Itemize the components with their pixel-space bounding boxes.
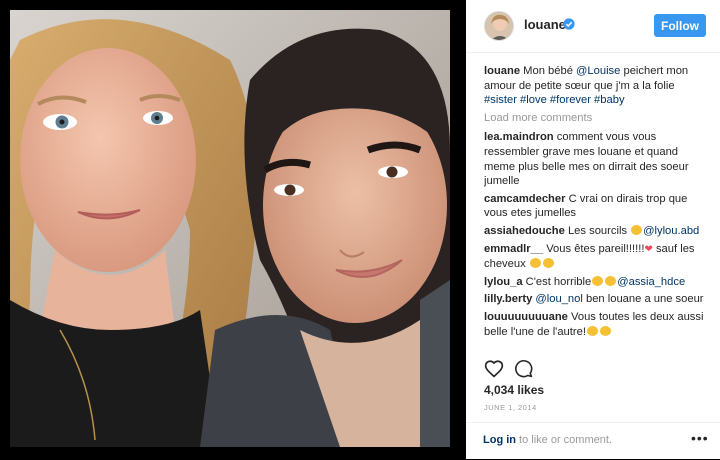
caption: louane Mon bébé @Louise peichert mon amo… [484, 64, 710, 108]
smile-emoji-icon [542, 258, 554, 269]
post-side-panel: louane Follow louane Mon bébé @Louise pe… [466, 0, 720, 459]
laughing-emoji-icon [592, 275, 604, 286]
comment: lea.maindron comment vous vous ressemble… [484, 130, 710, 188]
caption-mention[interactable]: @Louise [576, 65, 620, 77]
load-more-comments[interactable]: Load more comments [484, 111, 710, 126]
red-heart-emoji-icon: ❤ [644, 243, 653, 255]
caption-text-a: Mon bébé [520, 65, 577, 77]
comments-list: louane Mon bébé @Louise peichert mon amo… [484, 64, 710, 352]
comment-username[interactable]: lea.maindron [484, 131, 554, 143]
heart-icon[interactable] [484, 359, 504, 378]
comment-username[interactable]: lylou_a [484, 276, 523, 288]
comment-text: Vous êtes pareil!!!!!! [543, 242, 645, 255]
comment: lilly.berty @lou_nol ben louane a une so… [484, 292, 710, 307]
more-options-icon[interactable]: ••• [691, 430, 709, 446]
smile-emoji-icon [529, 258, 541, 269]
laughing-emoji-icon [586, 325, 598, 336]
comment-username[interactable]: camcamdecher [484, 193, 565, 205]
heart-eyes-emoji-icon [599, 325, 611, 336]
post-footer: Log in to like or comment. ••• [466, 422, 720, 460]
comment-username[interactable]: louuuuuuuuane [484, 311, 568, 323]
login-link[interactable]: Log in [483, 434, 516, 446]
login-prompt: Log in to like or comment. [483, 434, 612, 446]
comment-username[interactable]: emmadlr__ [484, 243, 543, 255]
avatar-image [485, 12, 513, 40]
username[interactable]: louane [524, 17, 566, 32]
selfie-image [0, 0, 466, 459]
comment-text: ben louane a une soeur [582, 293, 704, 306]
comment-mention[interactable]: @lylou.abd [643, 225, 699, 237]
likes-count[interactable]: 4,034 likes [484, 383, 544, 397]
comment-text: C'est horrible [522, 275, 592, 288]
caption-hashtags[interactable]: #sister #love #forever #baby [484, 94, 625, 106]
follow-button[interactable]: Follow [654, 14, 706, 37]
comment-username[interactable]: lilly.berty [484, 293, 532, 305]
verified-badge-icon [563, 18, 575, 30]
comment: camcamdecher C vrai on dirais trop que v… [484, 192, 710, 221]
shocked-emoji-icon [631, 224, 643, 235]
comment: assiahedouche Les sourcils @lylou.abd [484, 224, 710, 239]
post-header: louane Follow [466, 0, 720, 53]
caption-username[interactable]: louane [484, 65, 520, 77]
login-text: to like or comment. [516, 434, 612, 446]
post-actions [484, 359, 544, 379]
laughing-emoji-icon [605, 275, 617, 286]
comment: lylou_a C'est horrible @assia_hdce [484, 275, 710, 290]
comment-mention[interactable]: @lou_nol [535, 293, 582, 305]
comment-mention[interactable]: @assia_hdce [617, 276, 685, 288]
avatar[interactable] [484, 11, 514, 41]
comment-text: Les sourcils [564, 224, 631, 237]
comment: louuuuuuuuane Vous toutes les deux aussi… [484, 310, 710, 339]
post-photo[interactable] [0, 0, 466, 459]
comment-username[interactable]: assiahedouche [484, 225, 565, 237]
post-date: JUNE 1, 2014 [484, 403, 537, 412]
comment-icon[interactable] [514, 359, 533, 378]
comment: emmadlr__ Vous êtes pareil!!!!!!❤ sauf l… [484, 242, 710, 272]
